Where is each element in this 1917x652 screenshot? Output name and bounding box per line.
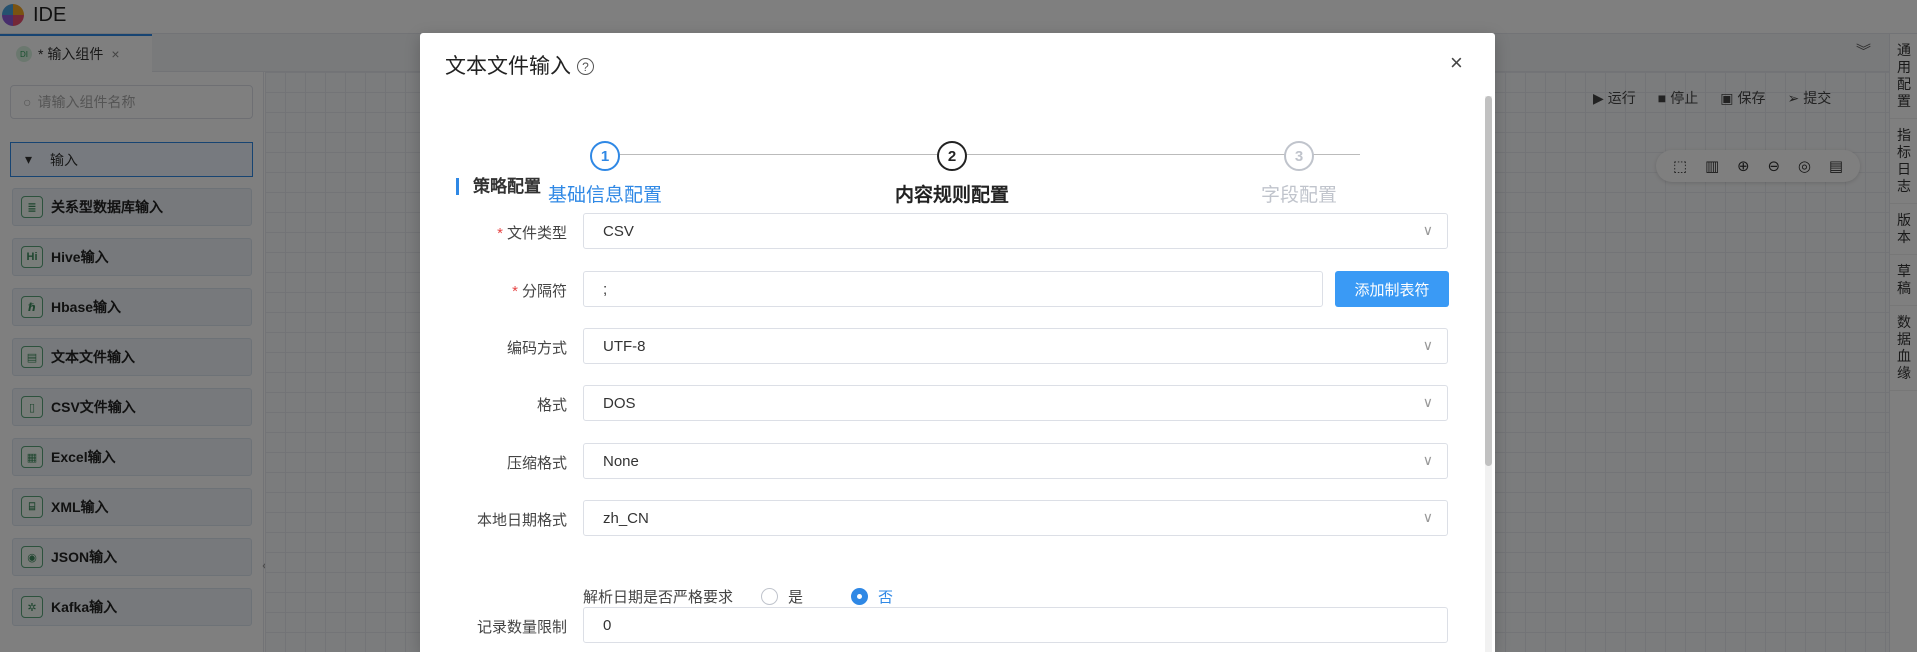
file-type-select[interactable]: CSV ∨ <box>583 213 1448 249</box>
step-3-label[interactable]: 字段配置 <box>1179 180 1419 207</box>
strict-date-no-option[interactable]: 否 <box>851 586 893 607</box>
step-2-circle[interactable]: 2 <box>937 141 967 171</box>
step-2-label[interactable]: 内容规则配置 <box>832 180 1072 207</box>
chevron-down-icon: ∨ <box>1422 452 1433 468</box>
dialog-scrollbar[interactable] <box>1485 96 1492 652</box>
format-label: 格式 <box>536 397 567 414</box>
file-type-label: * 文件类型 <box>497 225 567 242</box>
strict-date-label: 解析日期是否严格要求 <box>583 589 734 606</box>
form-row-encoding: 编码方式 UTF-8 ∨ <box>420 328 1485 364</box>
form-row-compression: 压缩格式 None ∨ <box>420 443 1485 479</box>
record-limit-input[interactable]: 0 <box>583 607 1448 643</box>
step-1-circle[interactable]: 1 <box>590 141 620 171</box>
step-connector <box>618 154 1360 155</box>
format-select[interactable]: DOS ∨ <box>583 385 1448 421</box>
dialog-title: 文本文件输入 ? <box>445 50 594 80</box>
form-row-locale-date: 本地日期格式 zh_CN ∨ <box>420 500 1485 536</box>
step-3-circle[interactable]: 3 <box>1284 141 1314 171</box>
encoding-label: 编码方式 <box>506 340 567 357</box>
chevron-down-icon: ∨ <box>1422 222 1433 238</box>
wizard-steps: 1 2 3 基础信息配置 内容规则配置 字段配置 <box>420 108 1495 206</box>
record-limit-label: 记录数量限制 <box>476 619 567 636</box>
strict-date-yes-option[interactable]: 是 <box>761 586 803 607</box>
separator-label: * 分隔符 <box>512 283 567 300</box>
form-row-record-limit: 记录数量限制 0 <box>420 607 1485 643</box>
section-title: 策略配置 <box>456 178 541 195</box>
form-row-separator: * 分隔符 ; 添加制表符 <box>420 271 1485 307</box>
strict-date-radio-group: 解析日期是否严格要求 是 否 <box>583 586 893 607</box>
radio-yes[interactable] <box>761 588 779 605</box>
scroll-thumb[interactable] <box>1485 96 1492 466</box>
chevron-down-icon: ∨ <box>1422 394 1433 410</box>
dialog-close-icon[interactable]: × <box>1450 50 1463 76</box>
form-row-file-type: * 文件类型 CSV ∨ <box>420 213 1485 249</box>
chevron-down-icon: ∨ <box>1422 337 1433 353</box>
locale-date-label: 本地日期格式 <box>476 512 567 529</box>
text-file-input-dialog: 文本文件输入 ? × 1 2 3 基础信息配置 内容规则配置 字段配置 策略配置… <box>420 33 1495 652</box>
form-row-format: 格式 DOS ∨ <box>420 385 1485 421</box>
separator-input[interactable]: ; <box>583 271 1323 307</box>
compression-select[interactable]: None ∨ <box>583 443 1448 479</box>
add-tab-char-button[interactable]: 添加制表符 <box>1335 271 1449 307</box>
encoding-select[interactable]: UTF-8 ∨ <box>583 328 1448 364</box>
chevron-down-icon: ∨ <box>1422 509 1433 525</box>
dialog-title-text: 文本文件输入 <box>445 55 571 78</box>
compression-label: 压缩格式 <box>506 455 567 472</box>
radio-no[interactable] <box>851 588 869 605</box>
locale-date-select[interactable]: zh_CN ∨ <box>583 500 1448 536</box>
help-icon[interactable]: ? <box>577 58 594 75</box>
